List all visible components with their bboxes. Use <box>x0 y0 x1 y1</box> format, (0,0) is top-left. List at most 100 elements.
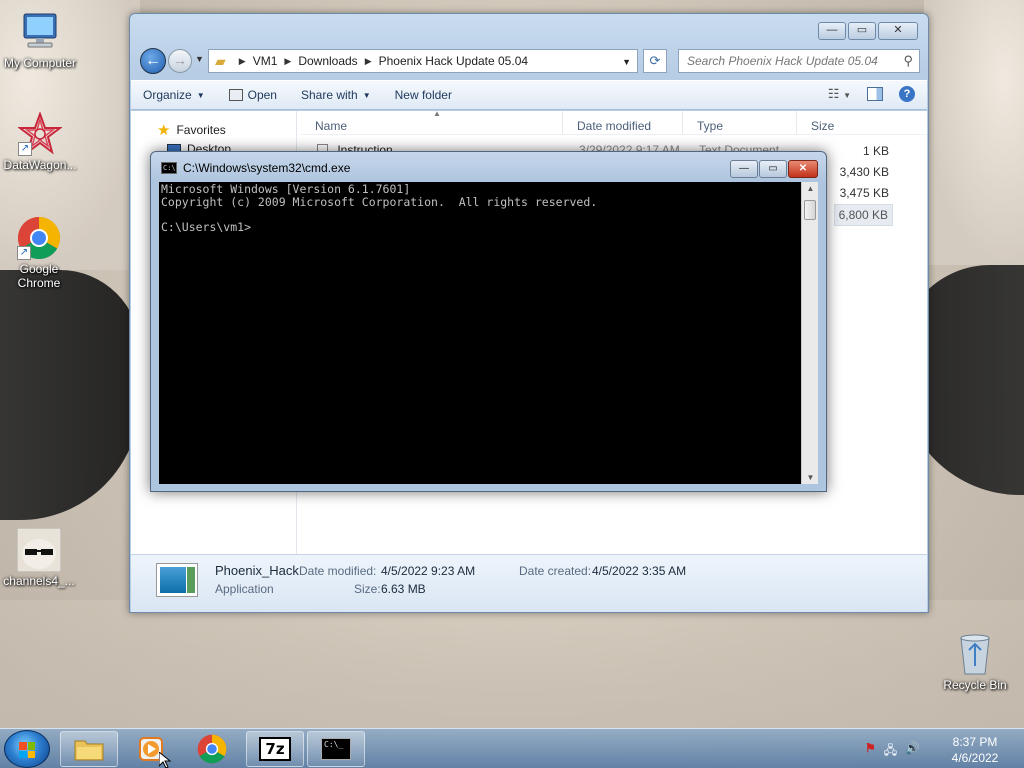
star-icon: ★ <box>157 122 171 139</box>
sort-indicator-icon: ▲ <box>433 109 441 118</box>
open-label: Open <box>247 88 277 102</box>
back-button[interactable]: ← <box>140 48 166 74</box>
open-app-icon <box>228 89 243 101</box>
column-header-name[interactable]: Name <box>301 111 563 134</box>
chrome-icon <box>197 734 227 764</box>
shortcut-arrow-icon: ↗ <box>18 142 32 156</box>
new-folder-button[interactable]: New folder <box>383 81 464 109</box>
cmd-title: C:\Windows\system32\cmd.exe <box>183 161 351 175</box>
maximize-button[interactable]: ▭ <box>759 160 787 178</box>
scrollbar-thumb[interactable] <box>804 200 816 220</box>
sevenzip-icon: 7z <box>259 737 291 761</box>
details-size: 6.63 MB <box>381 582 426 596</box>
clock-date: 4/6/2022 <box>951 751 999 765</box>
breadcrumb-item[interactable]: Phoenix Hack Update 05.04 <box>379 54 528 68</box>
minimize-button[interactable]: — <box>818 22 846 40</box>
forward-button[interactable]: → <box>168 49 192 73</box>
wallpaper-region <box>924 0 1024 265</box>
cmd-console[interactable]: Microsoft Windows [Version 6.1.7601] Copy… <box>159 182 801 484</box>
taskbar-7zip[interactable]: 7z <box>246 731 304 767</box>
desktop-icon-label: My Computer <box>3 56 77 70</box>
close-button[interactable]: ✕ <box>878 22 918 40</box>
address-bar[interactable]: ▰ ▶ VM1 ▶ Downloads ▶ Phoenix Hack Updat… <box>208 49 638 73</box>
command-bar: Organize ▼ Open Share with ▼ New folder … <box>131 80 927 110</box>
details-file-kind: Application <box>215 582 274 596</box>
computer-icon <box>18 10 62 54</box>
address-row: ← → ▼ ▰ ▶ VM1 ▶ Downloads ▶ Phoenix Hack… <box>138 48 920 74</box>
taskbar-clock[interactable]: 8:37 PM 4/6/2022 <box>940 734 1010 766</box>
shortcut-arrow-icon: ↗ <box>17 246 31 260</box>
desktop-icon-recycle-bin[interactable]: Recycle Bin <box>935 632 1015 692</box>
clock-time: 8:37 PM <box>952 735 998 749</box>
help-icon[interactable]: ? <box>899 86 915 102</box>
action-center-icon[interactable]: ⚑ <box>865 741 876 762</box>
change-view-icon[interactable]: ☷ ▼ <box>828 86 851 102</box>
file-size: 1 KB <box>862 144 889 158</box>
desktop-icon-my-computer[interactable]: My Computer <box>0 10 80 70</box>
console-prompt: C:\Users\vm1> <box>161 219 252 234</box>
wallpaper-region <box>0 600 1024 730</box>
cmd-icon: C:\ <box>161 162 177 174</box>
file-size-selected: 6,800 KB <box>833 204 893 226</box>
cmd-window-controls: — ▭ ✕ <box>730 160 818 178</box>
nav-item-favorites[interactable]: ★ Favorites <box>157 121 226 139</box>
image-file-icon <box>16 527 62 573</box>
cmd-window[interactable]: C:\ C:\Windows\system32\cmd.exe — ▭ ✕ Mi… <box>150 151 827 492</box>
network-icon[interactable]: 🖧 <box>884 741 897 762</box>
cmd-icon: C:\_ <box>321 738 351 760</box>
address-dropdown-icon[interactable]: ▼ <box>622 57 631 67</box>
taskbar: 7z C:\_ ⚑ 🖧 🔊 8:37 PM 4/6/2022 <box>0 728 1024 768</box>
wallpaper-sunglasses-left <box>0 270 140 520</box>
column-header-type[interactable]: Type <box>683 111 797 134</box>
desktop-icon-label: Google Chrome <box>17 262 61 290</box>
desktop-icon-google-chrome[interactable]: ↗ Google Chrome <box>0 216 79 290</box>
taskbar-explorer[interactable] <box>60 731 118 767</box>
breadcrumb-separator-icon: ▶ <box>284 55 292 66</box>
search-icon: ⚲ <box>903 53 913 68</box>
taskbar-chrome[interactable] <box>183 731 241 767</box>
cmd-title-bar[interactable]: C:\ C:\Windows\system32\cmd.exe <box>161 161 350 175</box>
start-button[interactable] <box>4 730 50 768</box>
open-button[interactable]: Open <box>217 81 289 109</box>
recycle-bin-icon <box>953 632 997 676</box>
column-header-size[interactable]: Size <box>797 111 877 134</box>
column-header-date-modified[interactable]: Date modified <box>563 111 683 134</box>
minimize-button[interactable]: — <box>730 160 758 178</box>
cmd-scrollbar[interactable]: ▲ ▼ <box>801 182 818 484</box>
organize-label: Organize <box>143 88 192 102</box>
new-folder-label: New folder <box>394 88 452 102</box>
search-input[interactable]: Search Phoenix Hack Update 05.04 ⚲ <box>678 49 920 73</box>
taskbar-cmd[interactable]: C:\_ <box>307 731 365 767</box>
mouse-cursor-icon <box>159 752 172 768</box>
chrome-icon: ↗ <box>17 216 61 260</box>
breadcrumb-item[interactable]: Downloads <box>298 54 357 68</box>
file-size: 3,430 KB <box>839 165 889 179</box>
breadcrumb-separator-icon: ▶ <box>238 55 246 66</box>
file-size: 3,475 KB <box>839 186 889 200</box>
volume-icon[interactable]: 🔊 <box>905 741 920 762</box>
close-button[interactable]: ✕ <box>788 160 818 178</box>
breadcrumb-separator-icon: ▶ <box>364 55 372 66</box>
details-pane: Phoenix_Hack Application Date modified: … <box>131 554 927 612</box>
console-line: Microsoft Windows [Version 6.1.7601] <box>161 182 411 196</box>
scroll-up-icon[interactable]: ▲ <box>802 184 819 193</box>
system-tray: ⚑ 🖧 🔊 <box>865 741 920 762</box>
application-icon <box>156 563 198 597</box>
organize-button[interactable]: Organize ▼ <box>131 81 217 109</box>
desktop-icon-datawagon[interactable]: ↗ DataWagon... <box>0 111 80 172</box>
details-date-modified-label: Date modified: <box>299 564 377 578</box>
details-date-modified: 4/5/2022 9:23 AM <box>381 564 476 578</box>
console-line: Copyright (c) 2009 Microsoft Corporation… <box>161 194 598 209</box>
desktop-icon-label: Recycle Bin <box>943 678 1007 692</box>
details-date-created-label: Date created: <box>519 564 592 578</box>
scroll-down-icon[interactable]: ▼ <box>802 473 819 482</box>
share-with-button[interactable]: Share with ▼ <box>289 81 383 109</box>
desktop-icon-channels4[interactable]: channels4_... <box>0 527 79 588</box>
refresh-button[interactable]: ⟳ <box>643 49 667 73</box>
preview-pane-icon[interactable] <box>867 87 883 101</box>
recent-pages-dropdown[interactable]: ▼ <box>195 54 204 64</box>
windows-logo-icon <box>19 742 35 758</box>
maximize-button[interactable]: ▭ <box>848 22 876 40</box>
breadcrumb-item[interactable]: VM1 <box>253 54 278 68</box>
